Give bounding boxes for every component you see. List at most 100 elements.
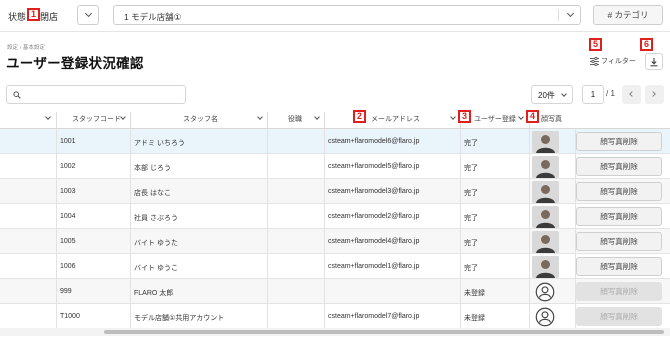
table-row[interactable]: 999 FLARO 太郎 未登録 顔写真削除 — [0, 279, 670, 304]
chevron-down-icon — [450, 114, 456, 120]
cell-divider — [267, 204, 268, 229]
chevron-down-icon — [120, 114, 126, 120]
registration-status-cell: 完了 — [464, 215, 478, 222]
cell-divider — [324, 179, 325, 204]
column-header-select[interactable] — [0, 112, 56, 128]
category-button[interactable]: # カテゴリ — [593, 5, 663, 25]
filter-icon — [590, 57, 599, 66]
cell-divider — [324, 204, 325, 229]
table-row[interactable]: 1003 店長 はなこ csteam+flaromodel3@flaro.jp 完了 顔… — [0, 179, 670, 204]
page-size-select[interactable]: 20件 — [531, 85, 573, 104]
cell-divider — [267, 129, 268, 154]
chevron-down-icon — [561, 91, 567, 97]
chevron-down-icon — [566, 9, 575, 18]
chevron-down-icon — [314, 114, 320, 120]
cell-divider — [529, 129, 530, 154]
chevron-right-icon — [650, 91, 656, 97]
staff-code-cell: 1006 — [60, 263, 76, 270]
filter-button[interactable]: フィルター — [589, 54, 637, 68]
delete-photo-button[interactable]: 顔写真削除 — [576, 182, 662, 201]
face-photo — [532, 131, 559, 153]
next-page-button[interactable] — [645, 85, 664, 104]
cell-divider — [56, 179, 57, 204]
cell-divider — [56, 204, 57, 229]
cell-divider — [267, 279, 268, 304]
table-row[interactable]: 1004 社員 さぶろう csteam+flaromodel2@flaro.jp 完了… — [0, 204, 670, 229]
cell-divider — [267, 229, 268, 254]
prev-page-button[interactable] — [622, 85, 641, 104]
staff-code-cell: T1000 — [60, 313, 80, 320]
table-row[interactable]: 1001 アドミ いちろう csteam+flaromodel6@flaro.jp 完… — [0, 129, 670, 154]
column-header-staff-name[interactable]: スタッフ名 — [131, 112, 267, 128]
cell-divider — [130, 154, 131, 179]
cell-divider — [460, 279, 461, 304]
table-row[interactable]: 1006 バイト ゆうこ csteam+flaromodel1@flaro.jp 完了… — [0, 254, 670, 279]
state-label: 状態 — [8, 12, 27, 22]
email-cell: csteam+flaromodel4@flaro.jp — [328, 238, 420, 245]
cell-divider — [56, 154, 57, 179]
column-header-staff-code[interactable]: スタッフコード — [57, 112, 130, 128]
delete-photo-button[interactable]: 顔写真削除 — [576, 207, 662, 226]
column-header-user-registration[interactable]: ユーザー登録 — [461, 112, 529, 128]
cell-divider — [324, 154, 325, 179]
cell-divider — [529, 154, 530, 179]
cell-divider — [267, 254, 268, 279]
search-input[interactable] — [6, 85, 186, 104]
horizontal-scrollbar[interactable] — [0, 328, 670, 336]
store-select[interactable]: 1 モデル店舗① — [113, 5, 581, 25]
cell-divider — [324, 304, 325, 329]
face-photo — [532, 256, 559, 278]
cell-divider — [460, 179, 461, 204]
cell-divider — [130, 279, 131, 304]
filter-label: フィルター — [601, 58, 636, 65]
cell-divider — [56, 254, 57, 279]
cell-divider — [324, 279, 325, 304]
staff-code-cell: 1001 — [60, 138, 76, 145]
staff-name-cell: 社員 さぶろう — [134, 215, 178, 222]
delete-photo-button[interactable]: 顔写真削除 — [576, 257, 662, 276]
column-header-role[interactable]: 役職 — [268, 112, 324, 128]
download-icon — [650, 58, 658, 67]
face-photo — [532, 206, 559, 228]
cell-divider — [460, 304, 461, 329]
state-dropdown-button[interactable] — [77, 5, 99, 25]
delete-photo-button[interactable]: 顔写真削除 — [576, 282, 662, 301]
table-row[interactable]: 1002 本部 じろう csteam+flaromodel5@flaro.jp 完了 顔… — [0, 154, 670, 179]
person-placeholder-icon — [532, 281, 559, 303]
top-divider — [0, 31, 670, 32]
delete-photo-button[interactable]: 顔写真削除 — [576, 157, 662, 176]
search-icon — [13, 91, 21, 99]
table-row[interactable]: T1000 モデル店舗①共用アカウント csteam+flaromodel7@fla… — [0, 304, 670, 329]
table-row[interactable]: 1005 バイト ゆうた csteam+flaromodel4@flaro.jp 完了… — [0, 229, 670, 254]
marker-1: 1 — [27, 8, 40, 21]
download-button[interactable] — [645, 53, 663, 70]
chevron-down-icon — [518, 114, 524, 120]
registration-status-cell: 未登録 — [464, 315, 485, 322]
cell-divider — [130, 129, 131, 154]
chevron-down-icon — [257, 114, 263, 120]
delete-photo-button[interactable]: 顔写真削除 — [576, 307, 662, 326]
column-header-label: メールアドレス — [371, 116, 420, 123]
marker-3: 3 — [458, 110, 471, 123]
cell-divider — [529, 279, 530, 304]
registration-status-cell: 完了 — [464, 190, 478, 197]
cell-divider — [56, 279, 57, 304]
cell-divider — [460, 154, 461, 179]
delete-photo-button[interactable]: 顔写真削除 — [576, 232, 662, 251]
scrollbar-thumb[interactable] — [104, 330, 664, 334]
staff-name-cell: アドミ いちろう — [134, 140, 185, 147]
staff-code-cell: 1002 — [60, 163, 76, 170]
email-cell: csteam+flaromodel2@flaro.jp — [328, 213, 420, 220]
chevron-left-icon — [629, 91, 635, 97]
staff-name-cell: 本部 じろう — [134, 165, 171, 172]
cell-divider — [130, 304, 131, 329]
page-number-input[interactable]: 1 — [582, 85, 604, 104]
column-header-label: ユーザー登録 — [474, 116, 516, 123]
registration-status-cell: 完了 — [464, 140, 478, 147]
delete-photo-button[interactable]: 顔写真削除 — [576, 132, 662, 151]
email-cell: csteam+flaromodel3@flaro.jp — [328, 188, 420, 195]
column-header-email[interactable]: メールアドレス — [325, 112, 460, 128]
email-cell: csteam+flaromodel7@flaro.jp — [328, 313, 420, 320]
registration-status-cell: 未登録 — [464, 290, 485, 297]
registration-status-cell: 完了 — [464, 165, 478, 172]
